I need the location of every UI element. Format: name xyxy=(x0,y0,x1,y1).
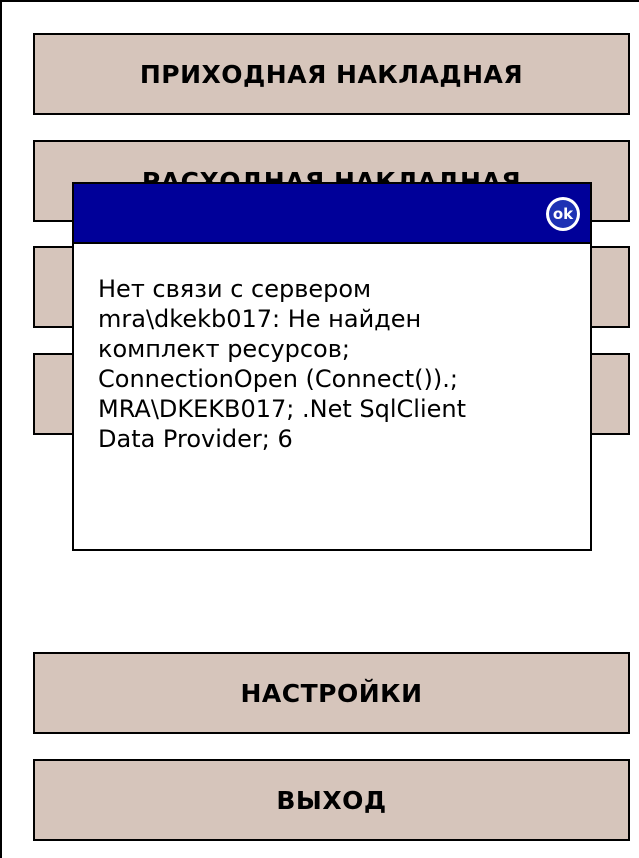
message-line: Нет связи с сервером xyxy=(98,275,372,303)
settings-button[interactable]: НАСТРОЙКИ xyxy=(33,652,630,734)
message-line: MRA\DKEKB017; .Net SqlClient xyxy=(98,395,467,423)
message-line: ConnectionOpen (Connect()).; xyxy=(98,365,458,393)
message-line: Data Provider; 6 xyxy=(98,425,293,453)
ok-icon: ok xyxy=(549,200,577,228)
app-screen: ПРИХОДНАЯ НАКЛАДНАЯ РАСХОДНАЯ НАКЛАДНАЯ … xyxy=(0,0,639,858)
ok-button[interactable]: ok xyxy=(546,197,580,231)
message-line: mra\dkekb017: Не найден xyxy=(98,305,422,333)
dialog-titlebar: ok xyxy=(74,184,590,244)
message-line: комплект ресурсов; xyxy=(98,335,350,363)
exit-button[interactable]: ВЫХОД xyxy=(33,759,630,841)
error-dialog: ok Нет связи с сервером mra\dkekb017: Не… xyxy=(72,182,592,551)
incoming-invoice-button[interactable]: ПРИХОДНАЯ НАКЛАДНАЯ xyxy=(33,33,630,115)
error-message: Нет связи с сервером mra\dkekb017: Не на… xyxy=(98,274,582,541)
